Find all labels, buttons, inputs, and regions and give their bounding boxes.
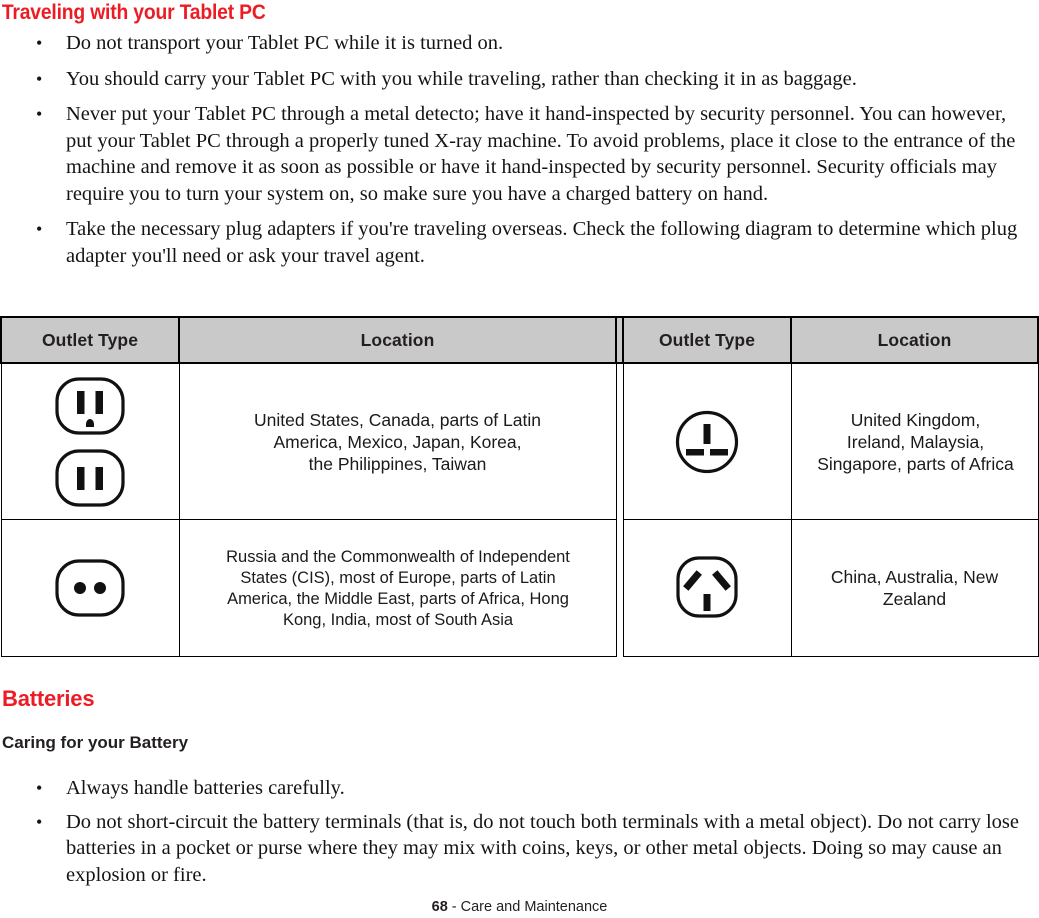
list-item: • Take the necessary plug adapters if yo… (0, 216, 1039, 269)
table-row: Russia and the Commonwealth of Independe… (0, 519, 1039, 657)
bullet-glyph: • (36, 778, 43, 798)
table-header-row: Outlet Type Location Outlet Type Locatio… (0, 316, 1039, 364)
batteries-subheading: Caring for your Battery (0, 733, 1039, 753)
bullet-glyph: • (36, 33, 43, 53)
table-center-divider (615, 363, 624, 520)
australia-outlet-icon (627, 554, 788, 622)
location-text: China, Australia, New Zealand (830, 567, 999, 609)
location-cell-right: China, Australia, New Zealand (790, 519, 1039, 657)
footer-page-number: 68 (431, 899, 448, 915)
bullet-glyph: • (36, 104, 43, 124)
batteries-bullet-list: • Always handle batteries carefully. • D… (0, 775, 1039, 895)
list-item-text: Take the necessary plug adapters if you'… (66, 218, 1018, 267)
list-item-text: Never put your Tablet PC through a metal… (66, 103, 1016, 205)
table-center-divider (615, 519, 624, 657)
us-grounded-outlet-icon (55, 376, 125, 435)
list-item-text: Always handle batteries carefully. (66, 777, 345, 799)
us-ungrounded-outlet-icon (55, 448, 125, 507)
traveling-bullet-list: • Do not transport your Tablet PC while … (0, 30, 1039, 278)
footer-chapter-label: - Care and Maintenance (447, 899, 608, 915)
location-cell-right: United Kingdom, Ireland, Malaysia, Singa… (790, 362, 1039, 520)
list-item: • You should carry your Tablet PC with y… (0, 66, 1039, 93)
page-footer: 68 - Care and Maintenance (0, 899, 1039, 915)
location-cell-left: United States, Canada, parts of Latin Am… (178, 362, 617, 520)
bullet-glyph: • (36, 68, 43, 89)
outlet-icon-cell-us (0, 362, 180, 520)
column-header-location-left: Location (178, 316, 617, 364)
table-row: United States, Canada, parts of Latin Am… (0, 362, 1039, 520)
outlet-adapter-table: Outlet Type Location Outlet Type Locatio… (0, 316, 1039, 657)
traveling-section: Traveling with your Tablet PC (0, 2, 1039, 24)
list-item: • Do not short-circuit the battery termi… (0, 809, 1039, 889)
outlet-icon-cell-uk (622, 362, 792, 520)
europlug-outlet-icon (55, 559, 125, 617)
list-item-text: Do not short-circuit the battery termina… (66, 810, 1020, 886)
subsection-title-caring-for-your-battery: Caring for your Battery (2, 733, 189, 752)
bullet-glyph: • (36, 811, 43, 832)
batteries-section-heading: Batteries (0, 688, 1039, 710)
document-page: Traveling with your Tablet PC • Do not t… (0, 0, 1039, 918)
bullet-glyph: • (36, 219, 43, 239)
table-center-divider (615, 316, 624, 364)
australia-outlet-icon (676, 556, 738, 618)
location-text: United Kingdom, Ireland, Malaysia, Singa… (817, 409, 1014, 474)
location-text: United States, Canada, parts of Latin Am… (254, 409, 541, 474)
column-header-outlet-type-left: Outlet Type (0, 316, 180, 364)
location-text: Russia and the Commonwealth of Independe… (225, 547, 570, 629)
outlet-icon-cell-europlug (0, 519, 180, 657)
list-item: • Never put your Tablet PC through a met… (0, 101, 1039, 207)
list-item: • Always handle batteries carefully. (0, 775, 1039, 802)
column-header-location-right: Location (790, 316, 1039, 364)
column-header-outlet-type-right: Outlet Type (622, 316, 792, 364)
section-title-traveling: Traveling with your Tablet PC (1, 1, 266, 24)
europlug-outlet-icon (5, 557, 176, 619)
outlet-icon-cell-australia (622, 519, 792, 657)
uk-outlet-icon (675, 410, 739, 473)
us-outlet-icon (5, 375, 176, 509)
section-title-batteries: Batteries (2, 686, 95, 711)
list-item-text: You should carry your Tablet PC with you… (66, 67, 857, 90)
location-cell-left: Russia and the Commonwealth of Independe… (178, 519, 617, 657)
list-item-text: Do not transport your Tablet PC while it… (66, 32, 504, 54)
list-item: • Do not transport your Tablet PC while … (0, 30, 1039, 57)
uk-outlet-icon (627, 408, 788, 476)
